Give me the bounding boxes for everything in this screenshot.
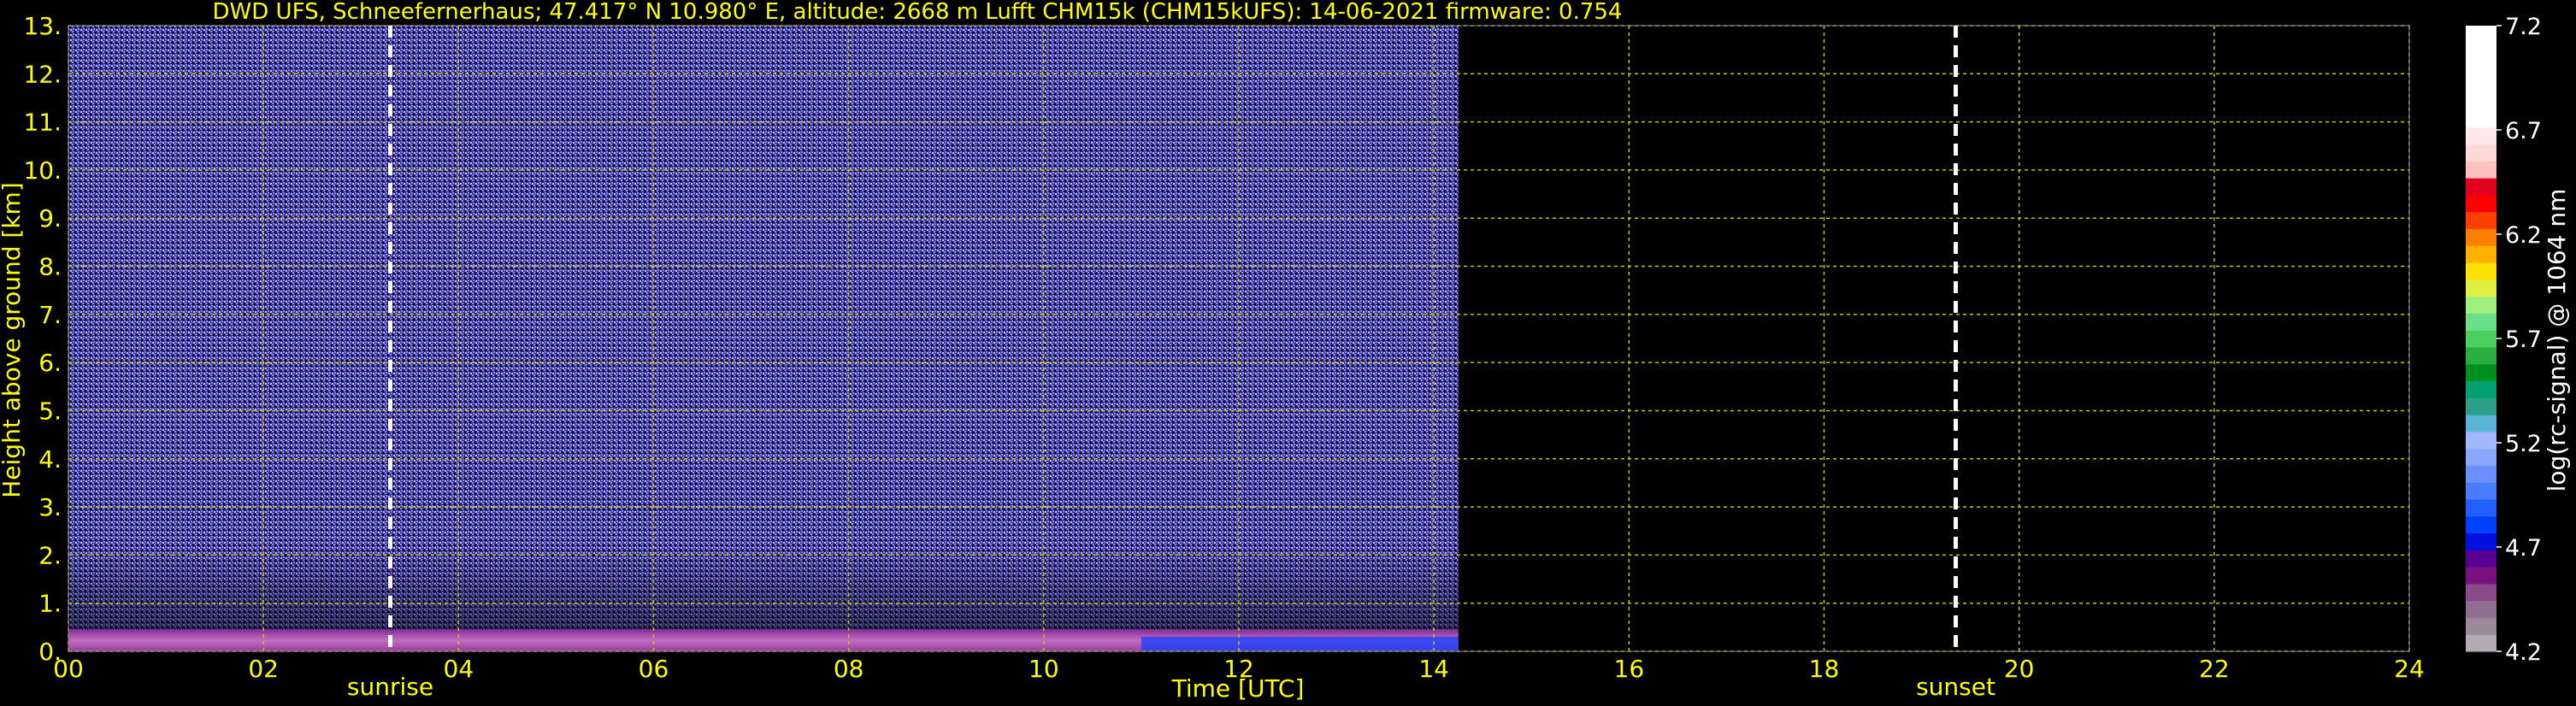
x-tick-label: 04	[444, 655, 475, 683]
y-tick-label: 11.	[23, 109, 62, 137]
colorbar-segment	[2466, 161, 2496, 179]
y-tick-label: 9.	[38, 204, 62, 232]
colorbar-segment	[2466, 617, 2496, 635]
y-tick-label: 13.	[23, 12, 62, 40]
x-tick-label: 24	[2394, 655, 2425, 683]
y-tick-label: 0.	[38, 638, 62, 666]
colorbar-segment	[2466, 380, 2496, 398]
sun-marker-label: sunrise	[347, 673, 433, 701]
colorbar-segment	[2466, 279, 2496, 297]
y-tick-label: 4.	[38, 445, 62, 474]
y-tick-label: 6.	[38, 349, 62, 377]
y-tick-label: 10.	[23, 156, 62, 185]
colorbar-label: log(rc-signal) @ 1064 nm	[2543, 189, 2571, 492]
x-tick-label: 16	[1614, 655, 1645, 683]
colorbar-segment	[2466, 482, 2496, 500]
colorbar-tick-label: 6.2	[2505, 222, 2542, 249]
colorbar-segment	[2466, 26, 2496, 44]
x-axis-label: Time [UTC]	[1171, 674, 1305, 703]
x-tick-label: 08	[834, 655, 864, 683]
colorbar-segment	[2466, 178, 2496, 196]
colorbar-segment	[2466, 397, 2496, 415]
colorbar-segment	[2466, 465, 2496, 483]
colorbar-segment	[2466, 59, 2496, 77]
colorbar-segment	[2466, 144, 2496, 162]
colorbar-segment	[2466, 567, 2496, 585]
colorbar-tick-label: 4.7	[2505, 535, 2542, 562]
colorbar-tick-label: 7.2	[2505, 14, 2542, 40]
colorbar-segment	[2466, 313, 2496, 331]
colorbar-segment	[2466, 415, 2496, 432]
y-tick-label: 5.	[38, 397, 62, 425]
colorbar-segment	[2466, 262, 2496, 280]
colorbar-segment	[2466, 194, 2496, 213]
chart-title: DWD UFS, Schneefernerhaus; 47.417° N 10.…	[213, 0, 1623, 25]
y-tick-label: 12.	[23, 60, 62, 88]
colorbar-segment	[2466, 109, 2496, 128]
x-tick-label: 02	[248, 655, 279, 683]
y-axis-label: Height above ground [km]	[0, 182, 26, 498]
colorbar-segment	[2466, 126, 2496, 145]
low-signal-zone	[68, 545, 1459, 638]
colorbar-segment	[2466, 42, 2496, 61]
x-tick-label: 20	[2004, 655, 2035, 683]
x-tick-label: 18	[1809, 655, 1840, 683]
x-tick-label: 14	[1418, 655, 1449, 683]
colorbar-segment	[2466, 346, 2496, 365]
y-tick-label: 7.	[38, 301, 62, 329]
ceilometer-chart: sunrise sunset 00 02 04 06 08 10 12 14 16 18 20 22 24…	[0, 0, 2576, 706]
y-tick-label: 8.	[38, 253, 62, 281]
colorbar-tick-label: 5.7	[2505, 327, 2542, 353]
colorbar: 4.2 4.7 5.2 5.7 6.2 6.7 7.2	[2466, 14, 2542, 666]
colorbar-segment	[2466, 330, 2496, 348]
colorbar-segment	[2466, 245, 2496, 263]
y-tick-label: 3.	[38, 493, 62, 521]
sun-marker-label: sunset	[1916, 673, 1995, 701]
colorbar-segment	[2466, 498, 2496, 517]
colorbar-segment	[2466, 228, 2496, 246]
colorbar-segment	[2466, 93, 2496, 111]
aerosol-layer	[1141, 637, 1459, 651]
y-tick-label: 2.	[38, 541, 62, 569]
colorbar-segment	[2466, 532, 2496, 550]
x-tick-label: 06	[639, 655, 669, 683]
colorbar-segment	[2466, 76, 2496, 94]
plot-area	[68, 26, 2409, 651]
colorbar-segment	[2466, 515, 2496, 534]
x-tick-label: 22	[2199, 655, 2230, 683]
colorbar-segment	[2466, 296, 2496, 314]
y-tick-label: 1.	[38, 590, 62, 618]
colorbar-tick-label: 4.2	[2505, 639, 2542, 666]
colorbar-segment	[2466, 634, 2496, 652]
chart-svg: sunrise sunset 00 02 04 06 08 10 12 14 16 18 20 22 24…	[0, 0, 2571, 703]
colorbar-segment	[2466, 448, 2496, 466]
colorbar-segment	[2466, 211, 2496, 230]
colorbar-segment	[2466, 363, 2496, 382]
y-axis-ticks: 0. 1. 2. 3. 4. 5. 6. 7. 8. 9. 10. 11. 12. 13.	[23, 12, 62, 666]
colorbar-tick-label: 6.7	[2505, 118, 2542, 144]
x-tick-label: 10	[1029, 655, 1059, 683]
colorbar-segment	[2466, 600, 2496, 619]
colorbar-tick-label: 5.2	[2505, 431, 2542, 457]
colorbar-segment	[2466, 583, 2496, 602]
colorbar-segment	[2466, 550, 2496, 568]
colorbar-segment	[2466, 431, 2496, 450]
